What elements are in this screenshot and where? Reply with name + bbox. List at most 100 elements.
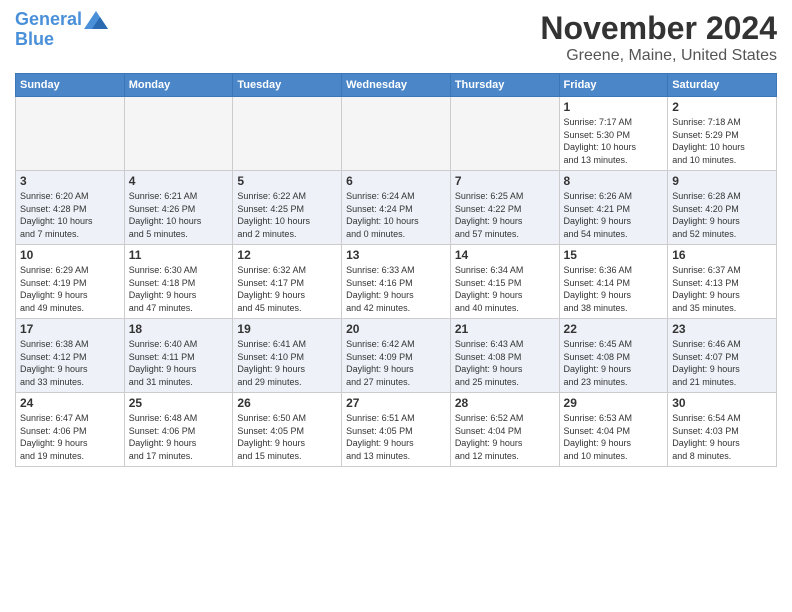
day-number: 23 xyxy=(672,322,772,336)
day-number: 14 xyxy=(455,248,555,262)
day-info: Sunrise: 6:42 AM Sunset: 4:09 PM Dayligh… xyxy=(346,338,446,388)
logo-icon xyxy=(84,11,108,29)
calendar-cell: 1 Sunrise: 7:17 AM Sunset: 5:30 PM Daylig… xyxy=(559,97,668,171)
calendar-cell: 8Sunrise: 6:26 AM Sunset: 4:21 PM Daylig… xyxy=(559,171,668,245)
calendar-cell: 17 Sunrise: 6:38 AM Sunset: 4:12 PM Dayli… xyxy=(16,319,125,393)
calendar-cell: 6 Sunrise: 6:24 AM Sunset: 4:24 PM Daylig… xyxy=(342,171,451,245)
calendar-cell: 20 Sunrise: 6:42 AM Sunset: 4:09 PM Dayli… xyxy=(342,319,451,393)
day-number: 28 xyxy=(455,396,555,410)
day-info: Sunrise: 6:21 AM Sunset: 4:26 PM Dayligh… xyxy=(129,190,229,240)
day-info: Sunrise: 7:18 AM Sunset: 5:29 PM Dayligh… xyxy=(672,116,772,166)
calendar-week-row: 1 Sunrise: 7:17 AM Sunset: 5:30 PM Daylig… xyxy=(16,97,777,171)
day-number: 16 xyxy=(672,248,772,262)
calendar-cell: 28 Sunrise: 6:52 AM Sunset: 4:04 PM Dayli… xyxy=(450,393,559,467)
day-number: 9 xyxy=(672,174,772,188)
day-number: 1 xyxy=(564,100,664,114)
calendar-cell: 24 Sunrise: 6:47 AM Sunset: 4:06 PM Dayli… xyxy=(16,393,125,467)
weekday-header-friday: Friday xyxy=(559,74,668,97)
day-number: 20 xyxy=(346,322,446,336)
day-info: Sunrise: 6:52 AM Sunset: 4:04 PM Dayligh… xyxy=(455,412,555,462)
day-number: 18 xyxy=(129,322,229,336)
header-row: General Blue November 2024 Greene, Maine… xyxy=(15,10,777,65)
calendar-cell: 23 Sunrise: 6:46 AM Sunset: 4:07 PM Dayli… xyxy=(668,319,777,393)
day-info: Sunrise: 6:38 AM Sunset: 4:12 PM Dayligh… xyxy=(20,338,120,388)
page-container: General Blue November 2024 Greene, Maine… xyxy=(0,0,792,472)
calendar-cell xyxy=(124,97,233,171)
calendar-week-row: 24 Sunrise: 6:47 AM Sunset: 4:06 PM Dayli… xyxy=(16,393,777,467)
day-number: 8 xyxy=(564,174,664,188)
calendar-cell: 18 Sunrise: 6:40 AM Sunset: 4:11 PM Dayli… xyxy=(124,319,233,393)
day-info: Sunrise: 6:28 AM Sunset: 4:20 PM Dayligh… xyxy=(672,190,772,240)
day-number: 24 xyxy=(20,396,120,410)
day-info: Sunrise: 6:34 AM Sunset: 4:15 PM Dayligh… xyxy=(455,264,555,314)
calendar-cell: 29Sunrise: 6:53 AM Sunset: 4:04 PM Dayli… xyxy=(559,393,668,467)
day-info: Sunrise: 6:50 AM Sunset: 4:05 PM Dayligh… xyxy=(237,412,337,462)
day-info: Sunrise: 6:47 AM Sunset: 4:06 PM Dayligh… xyxy=(20,412,120,462)
day-info: Sunrise: 6:40 AM Sunset: 4:11 PM Dayligh… xyxy=(129,338,229,388)
day-number: 21 xyxy=(455,322,555,336)
day-info: Sunrise: 6:36 AM Sunset: 4:14 PM Dayligh… xyxy=(564,264,664,314)
day-info: Sunrise: 6:32 AM Sunset: 4:17 PM Dayligh… xyxy=(237,264,337,314)
weekday-header-wednesday: Wednesday xyxy=(342,74,451,97)
day-info: Sunrise: 6:30 AM Sunset: 4:18 PM Dayligh… xyxy=(129,264,229,314)
calendar-cell: 3Sunrise: 6:20 AM Sunset: 4:28 PM Daylig… xyxy=(16,171,125,245)
calendar-week-row: 3Sunrise: 6:20 AM Sunset: 4:28 PM Daylig… xyxy=(16,171,777,245)
day-number: 19 xyxy=(237,322,337,336)
calendar-cell: 2 Sunrise: 7:18 AM Sunset: 5:29 PM Daylig… xyxy=(668,97,777,171)
weekday-header-row: SundayMondayTuesdayWednesdayThursdayFrid… xyxy=(16,74,777,97)
day-number: 30 xyxy=(672,396,772,410)
day-number: 25 xyxy=(129,396,229,410)
calendar-week-row: 17 Sunrise: 6:38 AM Sunset: 4:12 PM Dayli… xyxy=(16,319,777,393)
weekday-header-saturday: Saturday xyxy=(668,74,777,97)
day-number: 12 xyxy=(237,248,337,262)
day-info: Sunrise: 6:53 AM Sunset: 4:04 PM Dayligh… xyxy=(564,412,664,462)
calendar-table: SundayMondayTuesdayWednesdayThursdayFrid… xyxy=(15,73,777,467)
logo-text: General xyxy=(15,10,82,30)
weekday-header-monday: Monday xyxy=(124,74,233,97)
day-number: 15 xyxy=(564,248,664,262)
day-info: Sunrise: 6:54 AM Sunset: 4:03 PM Dayligh… xyxy=(672,412,772,462)
weekday-header-thursday: Thursday xyxy=(450,74,559,97)
calendar-cell: 27 Sunrise: 6:51 AM Sunset: 4:05 PM Dayli… xyxy=(342,393,451,467)
day-number: 27 xyxy=(346,396,446,410)
calendar-cell: 16 Sunrise: 6:37 AM Sunset: 4:13 PM Dayli… xyxy=(668,245,777,319)
calendar-cell xyxy=(450,97,559,171)
title-section: November 2024 Greene, Maine, United Stat… xyxy=(540,10,777,65)
day-number: 7 xyxy=(455,174,555,188)
calendar-cell: 12 Sunrise: 6:32 AM Sunset: 4:17 PM Dayli… xyxy=(233,245,342,319)
calendar-cell: 5Sunrise: 6:22 AM Sunset: 4:25 PM Daylig… xyxy=(233,171,342,245)
day-info: Sunrise: 6:45 AM Sunset: 4:08 PM Dayligh… xyxy=(564,338,664,388)
day-info: Sunrise: 6:20 AM Sunset: 4:28 PM Dayligh… xyxy=(20,190,120,240)
calendar-cell xyxy=(233,97,342,171)
day-number: 2 xyxy=(672,100,772,114)
calendar-cell: 30 Sunrise: 6:54 AM Sunset: 4:03 PM Dayli… xyxy=(668,393,777,467)
day-info: Sunrise: 6:24 AM Sunset: 4:24 PM Dayligh… xyxy=(346,190,446,240)
calendar-cell: 13 Sunrise: 6:33 AM Sunset: 4:16 PM Dayli… xyxy=(342,245,451,319)
day-number: 13 xyxy=(346,248,446,262)
calendar-cell: 4Sunrise: 6:21 AM Sunset: 4:26 PM Daylig… xyxy=(124,171,233,245)
weekday-header-tuesday: Tuesday xyxy=(233,74,342,97)
calendar-cell: 11 Sunrise: 6:30 AM Sunset: 4:18 PM Dayli… xyxy=(124,245,233,319)
day-number: 17 xyxy=(20,322,120,336)
day-number: 22 xyxy=(564,322,664,336)
day-number: 26 xyxy=(237,396,337,410)
day-info: Sunrise: 6:51 AM Sunset: 4:05 PM Dayligh… xyxy=(346,412,446,462)
day-info: Sunrise: 6:46 AM Sunset: 4:07 PM Dayligh… xyxy=(672,338,772,388)
day-number: 6 xyxy=(346,174,446,188)
calendar-cell xyxy=(16,97,125,171)
calendar-cell: 25 Sunrise: 6:48 AM Sunset: 4:06 PM Dayli… xyxy=(124,393,233,467)
calendar-cell: 15 Sunrise: 6:36 AM Sunset: 4:14 PM Dayli… xyxy=(559,245,668,319)
day-number: 11 xyxy=(129,248,229,262)
logo: General Blue xyxy=(15,10,108,50)
day-info: Sunrise: 6:33 AM Sunset: 4:16 PM Dayligh… xyxy=(346,264,446,314)
day-info: Sunrise: 6:22 AM Sunset: 4:25 PM Dayligh… xyxy=(237,190,337,240)
day-info: Sunrise: 7:17 AM Sunset: 5:30 PM Dayligh… xyxy=(564,116,664,166)
calendar-cell: 10 Sunrise: 6:29 AM Sunset: 4:19 PM Dayli… xyxy=(16,245,125,319)
day-info: Sunrise: 6:48 AM Sunset: 4:06 PM Dayligh… xyxy=(129,412,229,462)
day-info: Sunrise: 6:37 AM Sunset: 4:13 PM Dayligh… xyxy=(672,264,772,314)
calendar-week-row: 10 Sunrise: 6:29 AM Sunset: 4:19 PM Dayli… xyxy=(16,245,777,319)
day-info: Sunrise: 6:29 AM Sunset: 4:19 PM Dayligh… xyxy=(20,264,120,314)
calendar-cell: 7Sunrise: 6:25 AM Sunset: 4:22 PM Daylig… xyxy=(450,171,559,245)
weekday-header-sunday: Sunday xyxy=(16,74,125,97)
day-number: 10 xyxy=(20,248,120,262)
